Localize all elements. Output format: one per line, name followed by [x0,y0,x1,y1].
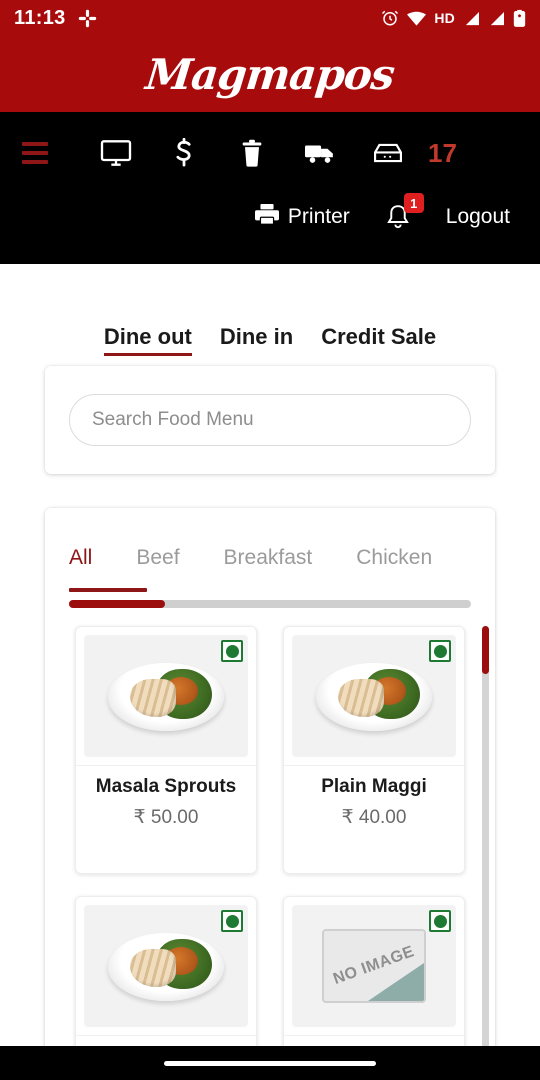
veg-indicator-icon [221,910,243,932]
food-card[interactable]: Masala Sprouts ₹ 50.00 [75,626,257,874]
printer-icon [254,203,279,231]
search-panel [45,366,495,474]
food-image [84,905,248,1027]
food-image [84,635,248,757]
food-meta [284,1035,464,1046]
brand-bar: Magmapos [0,36,540,112]
wifi-icon [407,11,427,26]
food-menu-panel: All Beef Breakfast Chicken Masala Sprout… [45,508,495,1068]
cash-drawer-icon[interactable] [354,129,422,177]
system-navigation-bar [0,1046,540,1080]
tab-credit-sale[interactable]: Credit Sale [321,324,436,356]
no-image-placeholder-icon: NO IMAGE [322,929,426,1003]
category-tab-chicken[interactable]: Chicken [356,546,432,570]
food-card[interactable] [75,896,257,1068]
food-card[interactable]: NO IMAGE [283,896,465,1068]
slack-icon [78,9,97,28]
menu-icon[interactable] [22,129,82,177]
status-time: 11:13 [14,6,66,29]
status-bar-right: HD [381,9,526,27]
toolbar-action-row: Printer 1 Logout [0,184,540,250]
food-card[interactable]: Plain Maggi ₹ 40.00 [283,626,465,874]
signal-icon [463,11,480,26]
food-list-scrollbar-thumb[interactable] [482,626,489,674]
food-image [292,635,456,757]
food-meta: Masala Sprouts ₹ 50.00 [76,765,256,829]
veg-indicator-icon [429,910,451,932]
trash-icon[interactable] [218,129,286,177]
food-photo [108,927,224,1005]
veg-indicator-icon [429,640,451,662]
tab-dine-out[interactable]: Dine out [103,324,192,356]
category-tab-all[interactable]: All [69,546,92,570]
category-tab-breakfast[interactable]: Breakfast [224,546,313,570]
tab-dine-in[interactable]: Dine in [220,324,293,356]
food-list-vertical-scrollbar[interactable] [482,626,489,1056]
category-horizontal-scrollbar[interactable] [69,600,471,608]
food-photo [108,657,224,735]
active-category-indicator [69,588,147,592]
food-price: ₹ 40.00 [341,807,407,828]
food-price: ₹ 50.00 [133,807,199,828]
food-name: Plain Maggi [321,776,427,797]
food-meta: Plain Maggi ₹ 40.00 [284,765,464,829]
food-item-grid: Masala Sprouts ₹ 50.00 Plain Maggi ₹ 40.… [45,608,495,1068]
gesture-pill[interactable] [164,1060,376,1066]
main-toolbar: 17 Printer 1 Logout [0,112,540,264]
app-screen: 11:13 HD Magmapos 17 Printer 1 Logout Di… [0,0,540,1080]
delivery-truck-icon[interactable] [286,129,354,177]
dollar-icon[interactable] [150,129,218,177]
category-tabs: All Beef Breakfast Chicken [45,508,495,570]
veg-indicator-icon [221,640,243,662]
status-bar-left: 11:13 [14,7,97,30]
battery-charging-icon [513,9,526,27]
hamburger-bars [22,142,48,164]
notifications-button[interactable]: 1 [384,193,424,232]
food-photo [316,657,432,735]
order-mode-tabs: Dine out Dine in Credit Sale [0,264,540,356]
notification-badge: 1 [403,193,424,213]
category-tab-beef[interactable]: Beef [136,546,179,570]
status-bar: 11:13 HD [0,0,540,36]
category-scrollbar-thumb[interactable] [69,600,166,608]
content-area: Dine out Dine in Credit Sale All Beef Br… [0,264,540,1080]
bell-icon: 1 [384,193,424,232]
hd-label: HD [434,10,455,26]
logout-button[interactable]: Logout [446,205,510,229]
logout-label: Logout [445,205,510,228]
app-logo: Magmapos [143,49,397,99]
alarm-icon [381,9,399,27]
monitor-icon[interactable] [82,129,150,177]
printer-label: Printer [287,205,350,228]
food-image: NO IMAGE [292,905,456,1027]
signal-icon [488,11,505,26]
drawer-count: 17 [428,137,457,168]
food-meta [76,1035,256,1046]
search-input[interactable] [69,394,471,446]
toolbar-icon-row: 17 [0,122,540,184]
printer-button[interactable]: Printer [254,203,350,231]
food-name: Masala Sprouts [95,776,237,797]
